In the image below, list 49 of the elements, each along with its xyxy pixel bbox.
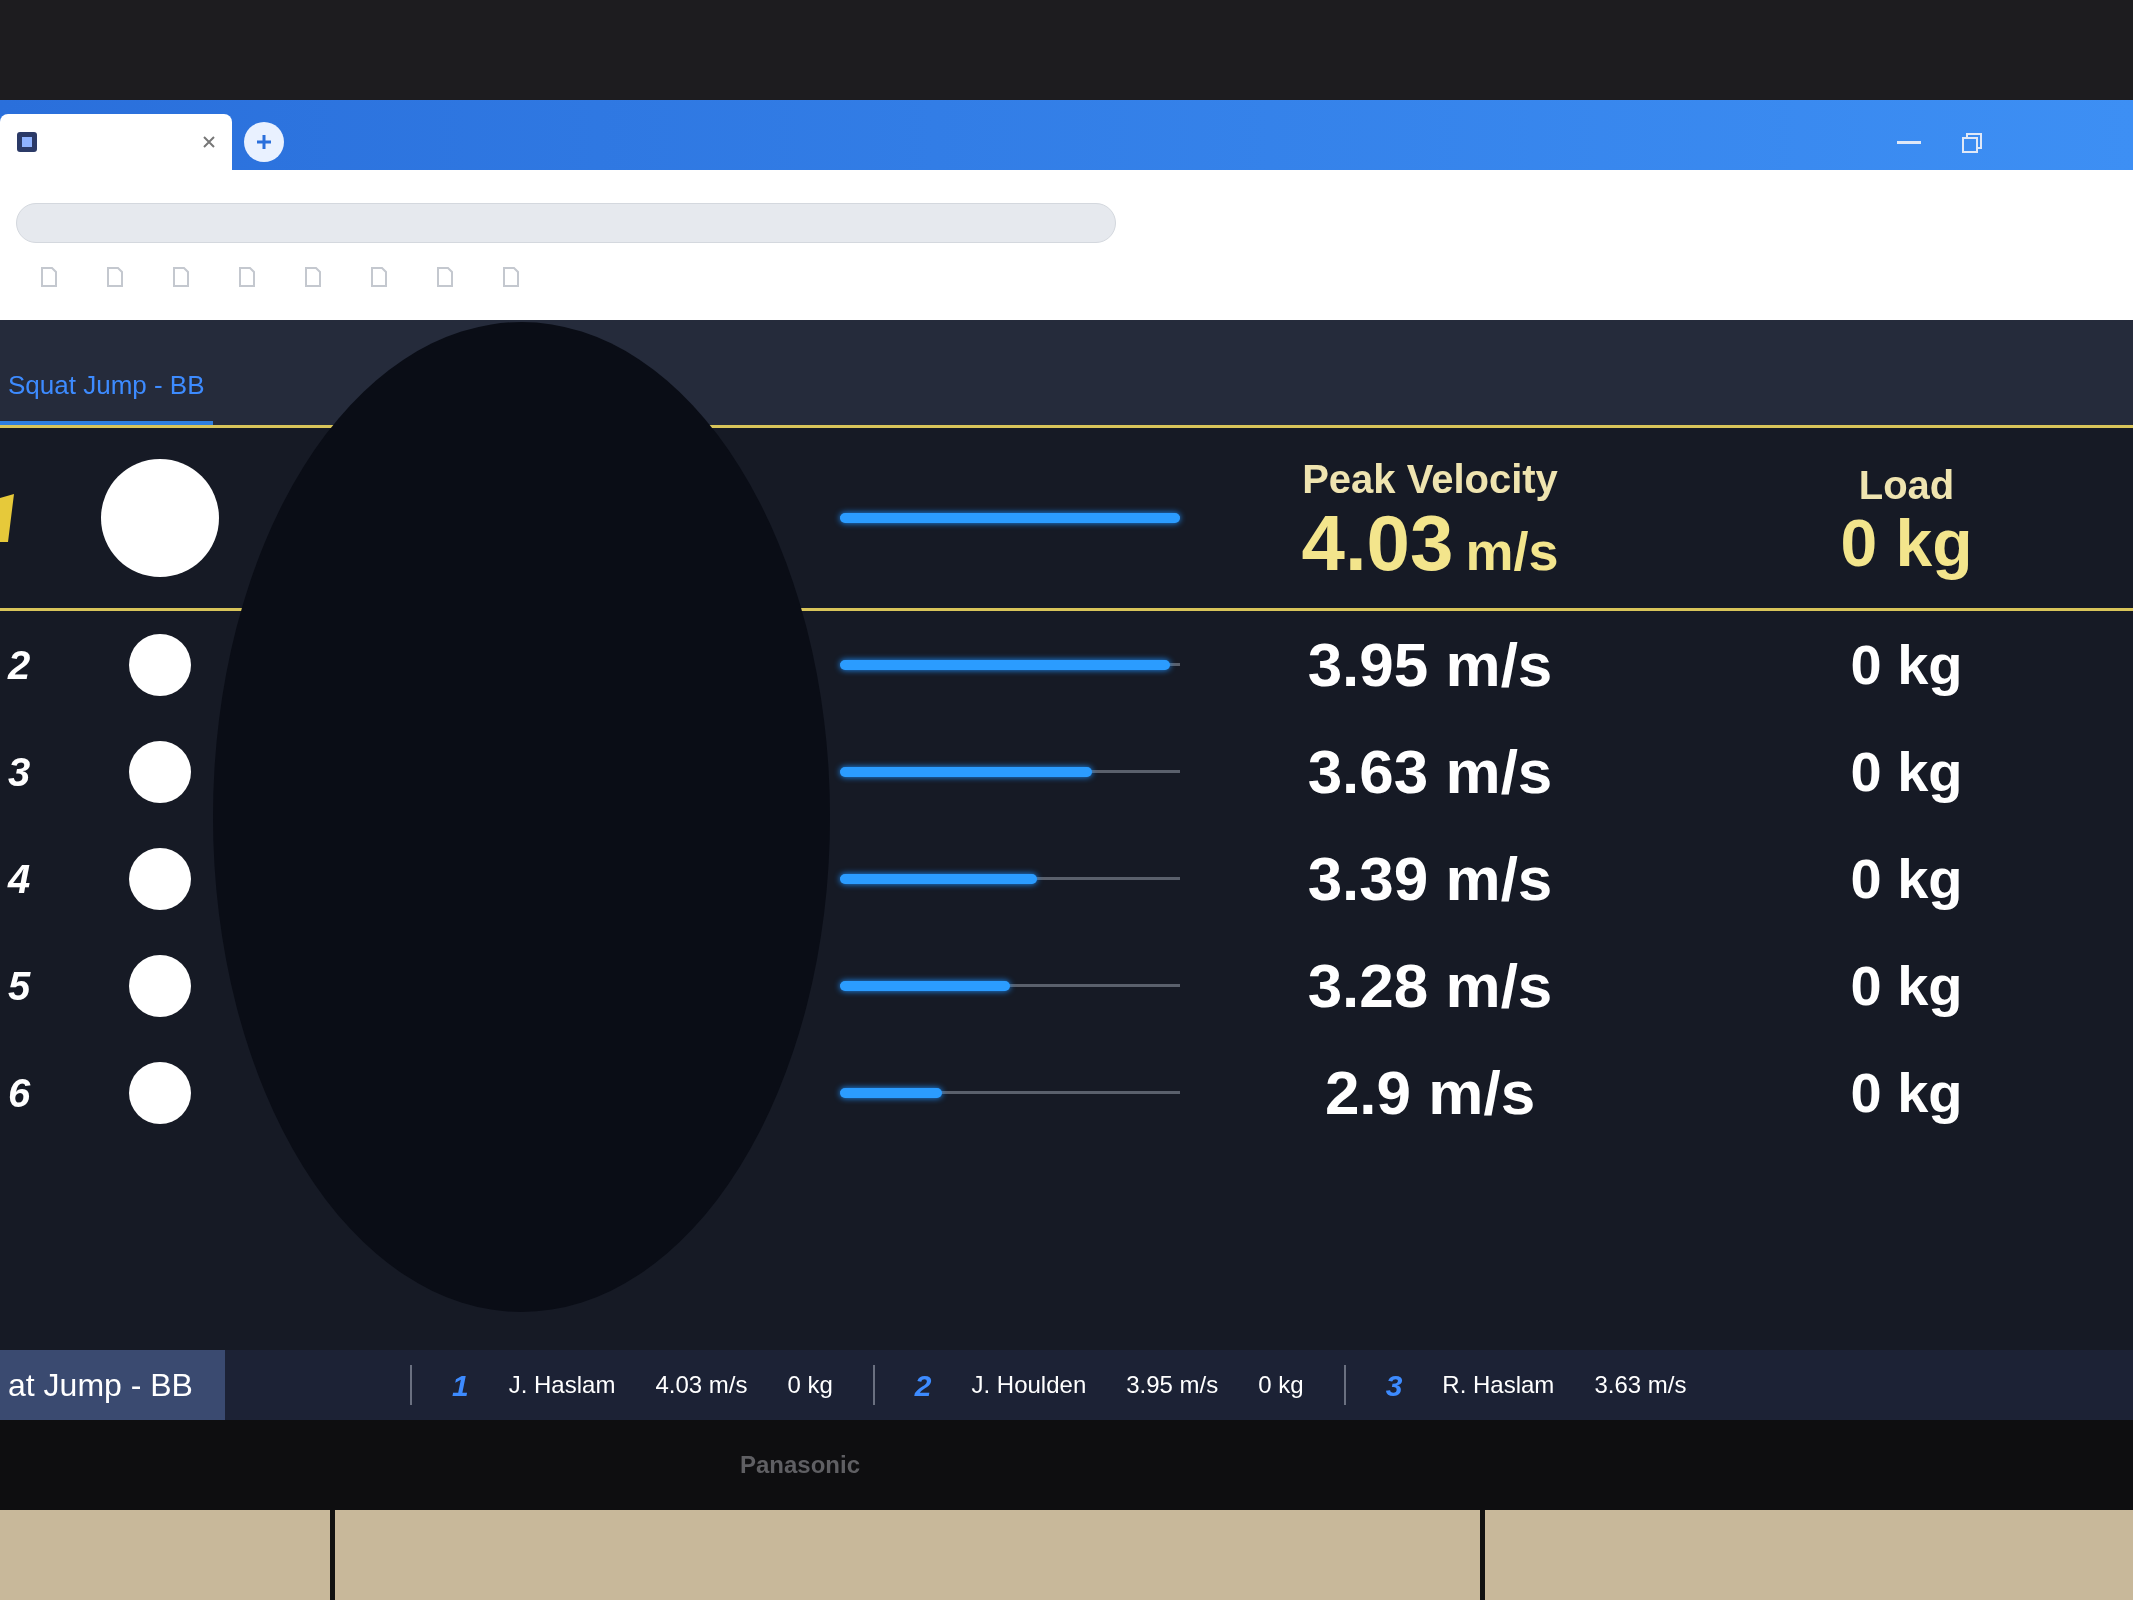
- ticker-rank: 3: [1385, 1367, 1403, 1404]
- velocity-value: 2.9 m/s: [1324, 1057, 1536, 1129]
- velocity-value: 3.95 m/s: [1307, 629, 1553, 701]
- peak-velocity-value: 4.03: [1301, 504, 1454, 582]
- rank-number: 3: [8, 749, 31, 794]
- minimize-icon[interactable]: [1897, 140, 1921, 146]
- bookmark-page-icon[interactable]: [238, 267, 256, 287]
- velocity-value: 3.63 m/s: [1307, 736, 1553, 808]
- ticker-name: R. Haslam: [1442, 1370, 1555, 1400]
- ticker-name: J. Haslam: [508, 1370, 616, 1400]
- exercise-label: at Jump - BB: [0, 1350, 225, 1420]
- rank-number: 2: [8, 642, 31, 687]
- restore-icon[interactable]: [1961, 132, 1983, 154]
- rank-number: 4: [8, 856, 31, 901]
- ticker-load: 0 kg: [1258, 1370, 1304, 1400]
- close-icon[interactable]: [202, 135, 216, 149]
- load-value: 0 kg: [1850, 738, 1963, 805]
- address-field[interactable]: [16, 203, 1116, 243]
- bookmark-page-icon[interactable]: [436, 267, 454, 287]
- column-header: Peak Velocity: [1302, 456, 1558, 503]
- load-value: 0 kg: [1850, 1059, 1963, 1126]
- brand-logo: Panasonic: [740, 1450, 861, 1480]
- ticker-load: 0 kg: [787, 1370, 833, 1400]
- rank-number: 5: [8, 963, 31, 1008]
- ticker-rank: 2: [914, 1367, 932, 1404]
- bookmark-page-icon[interactable]: [370, 267, 388, 287]
- favicon-icon: [16, 131, 38, 153]
- new-tab-button[interactable]: [244, 122, 284, 162]
- load-value: 0 kg: [1850, 631, 1963, 698]
- bookmark-page-icon[interactable]: [304, 267, 322, 287]
- rank-number: 6: [8, 1070, 31, 1115]
- ticker-velocity: 3.95 m/s: [1126, 1370, 1219, 1400]
- column-header: Load: [1858, 462, 1955, 509]
- bookmark-page-icon[interactable]: [40, 267, 58, 287]
- bookmark-page-icon[interactable]: [172, 267, 190, 287]
- velocity-value: 3.39 m/s: [1307, 843, 1553, 915]
- ticker-name: J. Houlden: [971, 1370, 1087, 1400]
- velocity-unit: m/s: [1465, 524, 1559, 578]
- bookmark-page-icon[interactable]: [106, 267, 124, 287]
- load-value: 0 kg: [1850, 952, 1963, 1019]
- plus-icon: [255, 133, 273, 151]
- browser-tab[interactable]: [0, 114, 232, 170]
- ticker-velocity: 3.63 m/s: [1594, 1370, 1687, 1400]
- rank-marker-icon: [0, 494, 14, 542]
- ticker-rank: 1: [452, 1367, 469, 1404]
- ticker-velocity: 4.03 m/s: [655, 1370, 748, 1400]
- load-value: 0 kg: [1850, 845, 1963, 912]
- bookmark-page-icon[interactable]: [502, 267, 520, 287]
- velocity-value: 3.28 m/s: [1307, 950, 1553, 1022]
